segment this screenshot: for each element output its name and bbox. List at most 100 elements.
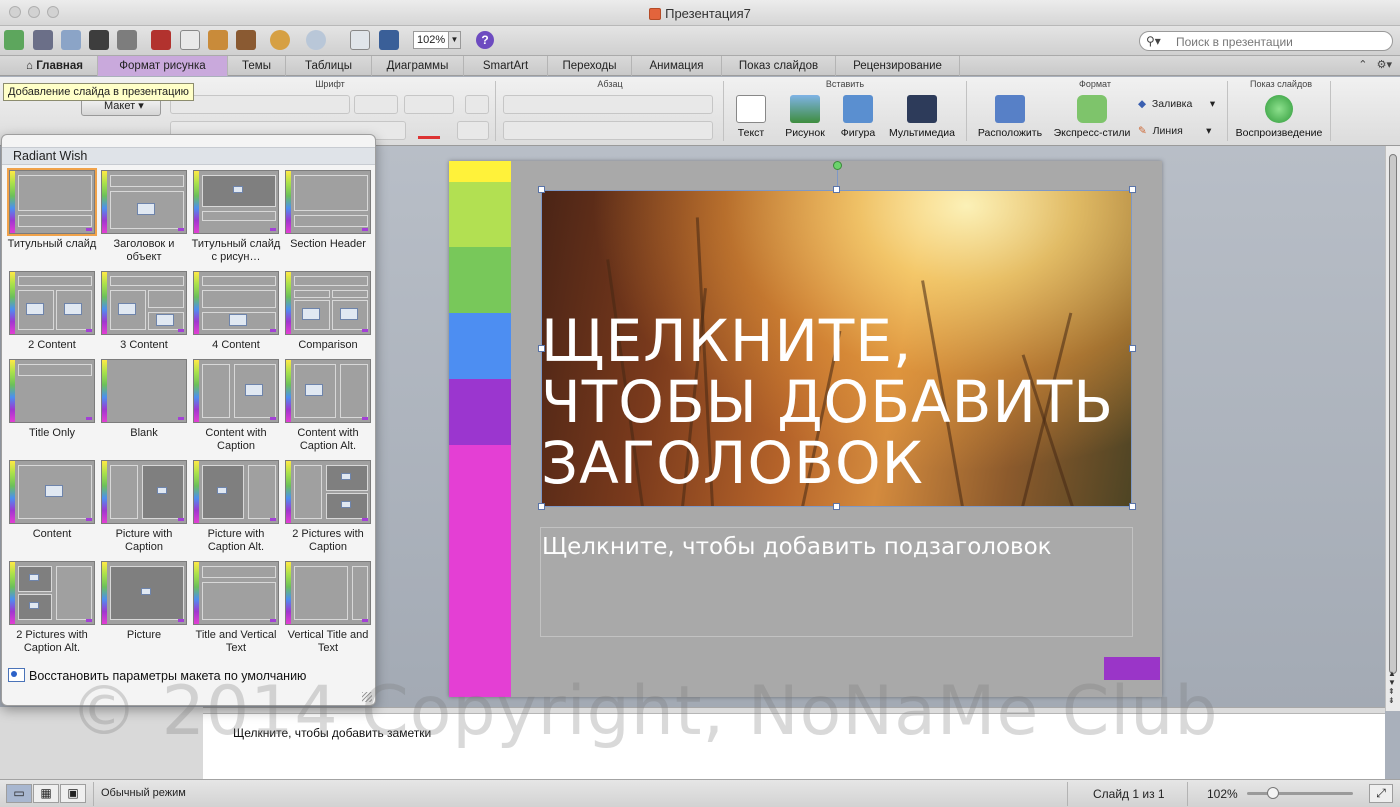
layout-option[interactable]: Title and Vertical Text <box>190 561 282 655</box>
save-icon[interactable] <box>89 30 109 50</box>
content-placeholder-icon <box>45 485 63 497</box>
help-icon[interactable]: ? <box>476 31 494 49</box>
line-pen-icon: ✎ <box>1138 125 1147 137</box>
print-icon[interactable] <box>117 30 137 50</box>
layout-option[interactable]: Титульный слайд с рисун… <box>190 170 282 264</box>
text-effects-icon[interactable] <box>457 121 489 140</box>
layout-option[interactable]: Section Header <box>282 170 374 251</box>
fill-button[interactable]: ◆ Заливка ▾ <box>1138 98 1215 110</box>
layout-option[interactable]: 2 Pictures with Caption Alt. <box>6 561 98 655</box>
paste-icon[interactable] <box>208 30 228 50</box>
presenter-view-button[interactable]: ▣ <box>60 784 86 803</box>
resize-handle[interactable] <box>538 186 545 193</box>
gallery-icon[interactable] <box>33 30 53 50</box>
line-button[interactable]: ✎ Линия ▾ <box>1138 125 1211 137</box>
tab-picture-format[interactable]: Формат рисунка <box>98 56 228 76</box>
placeholder-outline <box>332 290 368 298</box>
zoom-slider-knob[interactable] <box>1267 787 1279 799</box>
arrange-button[interactable]: Расположить <box>976 95 1044 139</box>
layout-thumbnail <box>193 359 279 423</box>
subtitle-placeholder[interactable]: Щелкните, чтобы добавить подзаголовок <box>540 527 1133 637</box>
layout-option[interactable]: Title Only <box>6 359 98 440</box>
layout-option[interactable]: 2 Pictures with Caption <box>282 460 374 554</box>
tab-home[interactable]: ⌂ Главная <box>12 56 98 76</box>
normal-view-button[interactable]: ▭ <box>6 784 32 803</box>
accent-tag <box>362 619 368 622</box>
fit-window-button[interactable]: ⤢ <box>1369 784 1393 803</box>
layout-option[interactable]: Picture <box>98 561 190 642</box>
layout-option[interactable]: Заголовок и объект <box>98 170 190 264</box>
font-color-icon[interactable] <box>418 123 440 139</box>
layout-option[interactable]: Титульный слайд <box>6 168 98 251</box>
resize-handle[interactable] <box>833 503 840 510</box>
sorter-view-button[interactable]: ▦ <box>33 784 59 803</box>
insert-shape-button[interactable]: Фигура <box>838 95 878 139</box>
insert-text-button[interactable]: Текст <box>731 95 771 139</box>
layout-option[interactable]: Blank <box>98 359 190 440</box>
layout-option[interactable]: 4 Content <box>190 271 282 352</box>
rotation-handle[interactable] <box>833 161 842 170</box>
resize-handle[interactable] <box>538 345 545 352</box>
resize-handle[interactable] <box>538 503 545 510</box>
tab-transitions[interactable]: Переходы <box>548 56 632 76</box>
search-input[interactable]: ⚲▾ Поиск в презентации <box>1139 31 1393 51</box>
placeholder-outline <box>110 276 184 286</box>
layout-option[interactable]: Picture with Caption Alt. <box>190 460 282 554</box>
tab-charts[interactable]: Диаграммы <box>372 56 464 76</box>
gear-icon[interactable]: ⚙▾ <box>1377 59 1392 71</box>
alignment-buttons[interactable] <box>503 121 713 140</box>
insert-picture-button[interactable]: Рисунок <box>783 95 827 139</box>
view-mode-label: Обычный режим <box>101 787 186 799</box>
slide-sorter-icon[interactable] <box>350 30 370 50</box>
tab-review[interactable]: Рецензирование <box>836 56 960 76</box>
ribbon-controls[interactable]: ⌃ ⚙▾ <box>1358 58 1392 71</box>
selection-frame <box>541 190 1132 507</box>
layout-thumbnail <box>285 271 371 335</box>
placeholder-outline <box>294 566 348 620</box>
layout-option[interactable]: 2 Content <box>6 271 98 352</box>
zoom-slider[interactable] <box>1247 787 1353 799</box>
collapse-ribbon-icon[interactable]: ⌃ <box>1358 59 1367 71</box>
slide[interactable]: ЩЕЛКНИТЕ, ЧТОБЫ ДОБАВИТЬ ЗАГОЛОВОК Щелкн… <box>449 161 1162 697</box>
tab-tables[interactable]: Таблицы <box>286 56 372 76</box>
clear-format-icon[interactable] <box>465 95 489 114</box>
play-button[interactable]: Воспроизведение <box>1234 95 1324 139</box>
copy-icon[interactable] <box>180 30 200 50</box>
insert-media-button[interactable]: Мультимедиа <box>888 95 956 139</box>
tab-themes[interactable]: Темы <box>228 56 286 76</box>
undo-icon[interactable] <box>270 30 290 50</box>
resize-handle[interactable] <box>1129 186 1136 193</box>
ribbon-tabs: ⌂ Главная Формат рисунка Темы Таблицы Ди… <box>0 56 1400 76</box>
zoom-select[interactable]: 102% ▼ <box>413 31 461 49</box>
layout-option[interactable]: Comparison <box>282 271 374 352</box>
open-icon[interactable] <box>61 30 81 50</box>
layout-option[interactable]: Content with Caption Alt. <box>282 359 374 453</box>
resize-handle[interactable] <box>833 186 840 193</box>
tab-slide-show[interactable]: Показ слайдов <box>722 56 836 76</box>
layout-thumbnail <box>285 170 371 234</box>
layout-option[interactable]: Content with Caption <box>190 359 282 453</box>
format-painter-icon[interactable] <box>236 30 256 50</box>
new-document-icon[interactable] <box>4 30 24 50</box>
quick-styles-button[interactable]: Экспресс-стили <box>1052 95 1132 139</box>
layout-option[interactable]: 3 Content <box>98 271 190 352</box>
layout-option[interactable]: Picture with Caption <box>98 460 190 554</box>
placeholder-outline <box>294 290 330 298</box>
cut-icon[interactable] <box>151 30 171 50</box>
font-name-select[interactable] <box>170 95 350 114</box>
list-buttons[interactable] <box>503 95 713 114</box>
redo-icon[interactable] <box>306 30 326 50</box>
color-stripe <box>449 247 511 313</box>
vertical-scrollbar[interactable]: ▲ ▼ ⇞ ⇟ <box>1385 146 1400 711</box>
layout-option[interactable]: Content <box>6 460 98 541</box>
tab-smartart[interactable]: SmartArt <box>464 56 548 76</box>
tab-animation[interactable]: Анимация <box>632 56 722 76</box>
layout-option[interactable]: Vertical Title and Text <box>282 561 374 655</box>
scroll-arrows-icon[interactable]: ▲ ▼ ⇞ ⇟ <box>1388 669 1396 705</box>
resize-handle[interactable] <box>1129 345 1136 352</box>
resize-handle[interactable] <box>1129 503 1136 510</box>
toolbox-icon[interactable] <box>379 30 399 50</box>
font-size-buttons[interactable] <box>404 95 454 114</box>
font-size-select[interactable] <box>354 95 398 114</box>
scrollbar-thumb[interactable] <box>1389 154 1397 674</box>
